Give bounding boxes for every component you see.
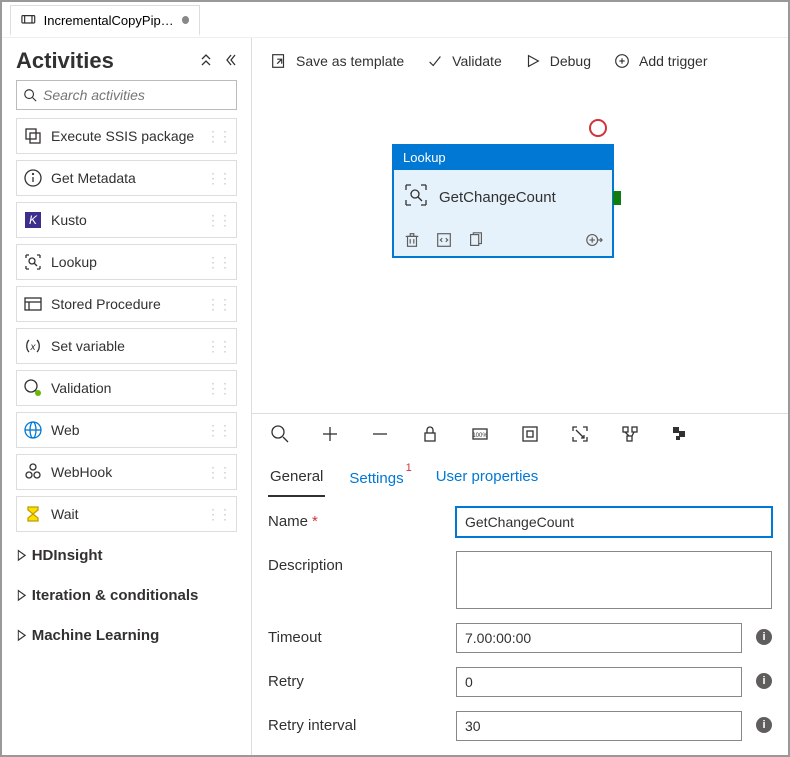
- variable-icon: x: [23, 336, 43, 356]
- add-trigger-button[interactable]: Add trigger: [613, 52, 707, 70]
- node-name: GetChangeCount: [439, 189, 556, 206]
- svg-text:x: x: [30, 342, 37, 353]
- validate-button[interactable]: Validate: [426, 52, 502, 70]
- wait-icon: [23, 504, 43, 524]
- pipeline-icon: [21, 12, 36, 28]
- activity-list: Execute SSIS package ⋮⋮ Get Metadata ⋮⋮ …: [2, 118, 251, 652]
- pipeline-canvas[interactable]: Lookup GetChangeCount: [252, 84, 788, 413]
- fit-screen-icon[interactable]: [520, 424, 540, 444]
- search-icon: [23, 88, 37, 102]
- lookup-activity-node[interactable]: Lookup GetChangeCount: [392, 144, 614, 258]
- zoom-100-icon[interactable]: 100%: [470, 424, 490, 444]
- description-input[interactable]: [456, 551, 772, 609]
- properties-panel: 100% General Settings1 User properties N…: [252, 413, 788, 755]
- open-tabs-strip: IncrementalCopyPip…: [2, 2, 788, 38]
- timeout-input[interactable]: [456, 623, 742, 653]
- general-form: Name* Description Timeout i Retry: [252, 497, 788, 755]
- debug-button[interactable]: Debug: [524, 52, 591, 70]
- pipeline-toolbar: Save as template Validate Debug Add trig…: [252, 38, 788, 84]
- web-icon: [23, 420, 43, 440]
- drag-grip-icon: ⋮⋮: [206, 506, 230, 523]
- lookup-icon: [23, 252, 43, 272]
- name-input[interactable]: [456, 507, 772, 537]
- activities-title: Activities: [16, 48, 114, 74]
- retry-interval-input[interactable]: [456, 711, 742, 741]
- activity-set-variable[interactable]: x Set variable ⋮⋮: [16, 328, 237, 364]
- canvas-tools: 100%: [252, 414, 788, 454]
- drag-grip-icon: ⋮⋮: [206, 338, 230, 355]
- timeout-label: Timeout: [268, 623, 448, 646]
- drag-grip-icon: ⋮⋮: [206, 170, 230, 187]
- retry-label: Retry: [268, 667, 448, 690]
- copy-icon[interactable]: [467, 231, 485, 249]
- drag-grip-icon: ⋮⋮: [206, 254, 230, 271]
- activity-lookup[interactable]: Lookup ⋮⋮: [16, 244, 237, 280]
- tab-general[interactable]: General: [268, 462, 325, 497]
- settings-error-badge: 1: [406, 462, 412, 474]
- lock-icon[interactable]: [420, 424, 440, 444]
- validation-icon: [23, 378, 43, 398]
- group-ml[interactable]: Machine Learning: [16, 618, 237, 652]
- activity-stored-procedure[interactable]: Stored Procedure ⋮⋮: [16, 286, 237, 322]
- drag-grip-icon: ⋮⋮: [206, 464, 230, 481]
- pipeline-tab[interactable]: IncrementalCopyPip…: [10, 5, 200, 36]
- sproc-icon: [23, 294, 43, 314]
- name-label: Name*: [268, 507, 448, 530]
- kusto-icon: K: [23, 210, 43, 230]
- group-hdinsight[interactable]: HDInsight: [16, 538, 237, 572]
- collapse-all-icon[interactable]: [199, 53, 213, 70]
- lookup-icon: [403, 182, 429, 213]
- activities-search[interactable]: [16, 80, 237, 110]
- delete-icon[interactable]: [403, 231, 421, 249]
- drag-grip-icon: ⋮⋮: [206, 422, 230, 439]
- property-tabs: General Settings1 User properties: [252, 454, 788, 497]
- activity-get-metadata[interactable]: Get Metadata ⋮⋮: [16, 160, 237, 196]
- ssis-icon: [23, 126, 43, 146]
- success-output-handle-icon[interactable]: [613, 191, 621, 205]
- activity-web[interactable]: Web ⋮⋮: [16, 412, 237, 448]
- node-type-label: Lookup: [393, 145, 613, 170]
- tab-title: IncrementalCopyPip…: [44, 13, 174, 28]
- save-as-template-button[interactable]: Save as template: [270, 52, 404, 70]
- zoom-out-icon[interactable]: [370, 424, 390, 444]
- tab-user-properties[interactable]: User properties: [434, 462, 541, 497]
- description-label: Description: [268, 551, 448, 574]
- layout-icon[interactable]: [670, 424, 690, 444]
- svg-text:K: K: [29, 213, 38, 227]
- info-icon[interactable]: i: [756, 673, 772, 689]
- activities-panel: Activities Exe: [2, 38, 252, 755]
- search-input[interactable]: [43, 87, 230, 103]
- fullscreen-icon[interactable]: [570, 424, 590, 444]
- add-output-icon[interactable]: [585, 231, 603, 249]
- drag-grip-icon: ⋮⋮: [206, 380, 230, 397]
- webhook-icon: [23, 462, 43, 482]
- retry-interval-label: Retry interval: [268, 711, 448, 734]
- activity-kusto[interactable]: K Kusto ⋮⋮: [16, 202, 237, 238]
- info-icon: [23, 168, 43, 188]
- zoom-search-icon[interactable]: [270, 424, 290, 444]
- info-icon[interactable]: i: [756, 717, 772, 733]
- activity-wait[interactable]: Wait ⋮⋮: [16, 496, 237, 532]
- code-icon[interactable]: [435, 231, 453, 249]
- drag-grip-icon: ⋮⋮: [206, 128, 230, 145]
- validation-error-icon: [589, 119, 607, 137]
- group-iteration[interactable]: Iteration & conditionals: [16, 578, 237, 612]
- activity-validation[interactable]: Validation ⋮⋮: [16, 370, 237, 406]
- unsaved-indicator-icon: [182, 16, 189, 24]
- collapse-panel-icon[interactable]: [223, 53, 237, 70]
- svg-text:100%: 100%: [472, 433, 488, 439]
- retry-input[interactable]: [456, 667, 742, 697]
- info-icon[interactable]: i: [756, 629, 772, 645]
- activity-execute-ssis[interactable]: Execute SSIS package ⋮⋮: [16, 118, 237, 154]
- zoom-in-icon[interactable]: [320, 424, 340, 444]
- tab-settings[interactable]: Settings1: [347, 462, 411, 497]
- auto-align-icon[interactable]: [620, 424, 640, 444]
- activity-webhook[interactable]: WebHook ⋮⋮: [16, 454, 237, 490]
- drag-grip-icon: ⋮⋮: [206, 296, 230, 313]
- drag-grip-icon: ⋮⋮: [206, 212, 230, 229]
